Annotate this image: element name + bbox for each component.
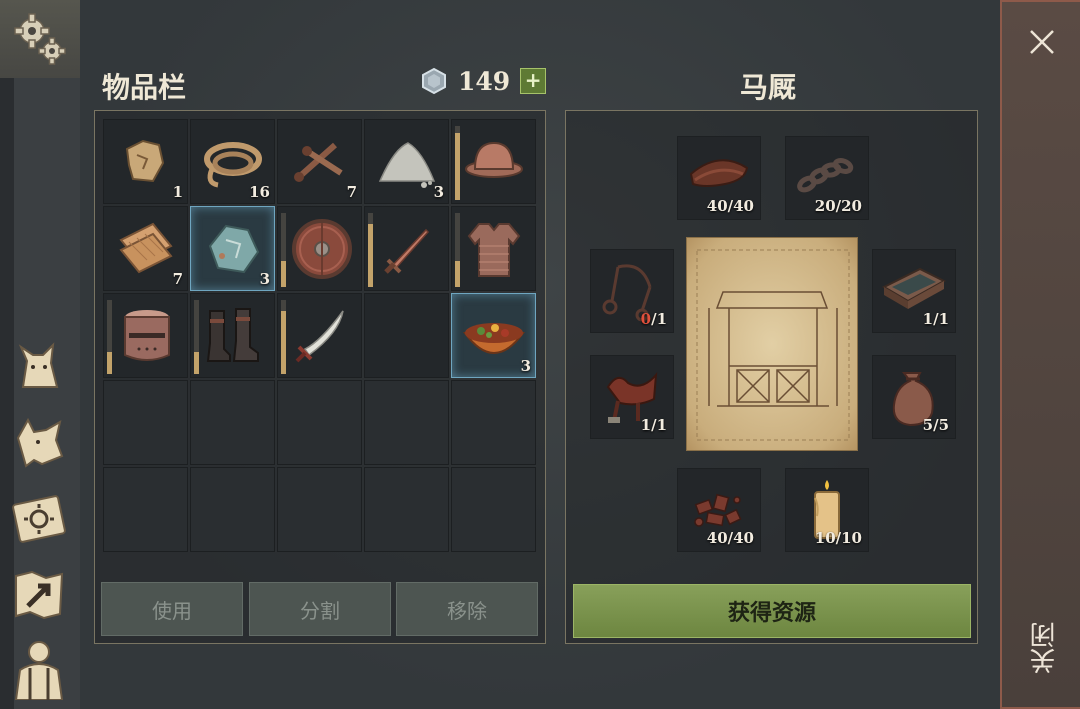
boots-icon [206, 307, 259, 362]
item-count: 3 [259, 270, 270, 288]
dagger-item[interactable] [364, 206, 449, 291]
item-count: 3 [433, 183, 444, 201]
close-icon[interactable] [1024, 24, 1060, 60]
requirement-count: 10/10 [814, 529, 862, 547]
cloth-item[interactable]: 7 [103, 206, 188, 291]
stew-item[interactable]: 3 [451, 293, 536, 378]
silver-coin-icon [422, 67, 446, 95]
helmet-item[interactable] [451, 119, 536, 204]
inventory-title: 物品栏 [102, 71, 187, 104]
scrap-item[interactable]: 1 [103, 119, 188, 204]
item-count: 7 [172, 270, 183, 288]
sack-req[interactable]: 5/5 [872, 355, 956, 439]
saddle-req[interactable]: 1/1 [590, 355, 674, 439]
requirement-count: 0/1 [640, 310, 667, 328]
add-currency-button[interactable]: + [520, 68, 547, 94]
item-count: 16 [249, 183, 270, 201]
boots-item[interactable] [190, 293, 275, 378]
requirement-count: 1/1 [922, 310, 949, 328]
gain-resources-button[interactable]: 获得资源 [573, 584, 971, 638]
requirement-count: 20/20 [814, 197, 862, 215]
bridle-req[interactable]: 0/1 [590, 249, 674, 333]
sun-book-icon[interactable] [10, 490, 68, 548]
kettle-helmet-icon [464, 141, 523, 178]
requirement-count: 5/5 [922, 416, 949, 434]
item-count: 7 [346, 183, 357, 201]
item-count: 1 [172, 183, 183, 201]
left-sidebar [0, 0, 80, 709]
close-label[interactable]: 关闭 [1026, 622, 1062, 674]
stew-bowl-icon [462, 322, 525, 354]
empty-slot[interactable] [277, 467, 362, 552]
durability-bar [455, 126, 460, 200]
stable-blueprint-icon [686, 237, 858, 451]
durability-bar [455, 213, 460, 287]
empty-slot[interactable] [103, 467, 188, 552]
inventory-grid: 1 16 7 3 7 3 3 [103, 119, 536, 552]
rope-item[interactable]: 16 [190, 119, 275, 204]
cat-icon[interactable] [10, 338, 68, 396]
requirement-count: 1/1 [640, 416, 667, 434]
requirement-count: 40/40 [706, 197, 754, 215]
dagger-icon [383, 228, 429, 274]
chainmail-icon [467, 222, 520, 277]
durability-bar [281, 213, 286, 287]
stable-title: 马厩 [740, 71, 797, 104]
item-count: 3 [520, 357, 531, 375]
durability-bar [194, 300, 199, 374]
scrap-icon [125, 139, 164, 182]
settings-gears-icon[interactable] [0, 0, 80, 78]
powder-pile-icon [378, 141, 435, 188]
remove-button[interactable]: 移除 [396, 582, 538, 636]
use-button[interactable]: 使用 [101, 582, 243, 636]
character-icon[interactable] [10, 640, 68, 700]
ore-item[interactable]: 3 [190, 206, 275, 291]
ore-chunk-icon [208, 224, 259, 273]
great-helm-item[interactable] [103, 293, 188, 378]
great-helm-icon [123, 309, 170, 361]
inventory-panel: 1 16 7 3 7 3 3 [94, 110, 546, 644]
trough-req[interactable]: 1/1 [872, 249, 956, 333]
cloth-roll-icon [118, 222, 173, 273]
leather-req[interactable]: 40/40 [677, 136, 761, 220]
scrap-metal-req[interactable]: 40/40 [677, 468, 761, 552]
empty-slot[interactable] [277, 380, 362, 465]
empty-slot[interactable] [190, 380, 275, 465]
split-button[interactable]: 分割 [249, 582, 391, 636]
main-area: 物品栏 149 + 1 16 7 3 7 3 3 使用 分割 移除 马厩 40/… [80, 0, 1000, 709]
shield-item[interactable] [277, 206, 362, 291]
dog-icon[interactable] [10, 414, 68, 472]
nails-icon [293, 142, 343, 182]
close-panel[interactable]: 关闭 [1000, 0, 1080, 709]
sword-item[interactable] [277, 293, 362, 378]
empty-slot[interactable] [190, 467, 275, 552]
map-icon[interactable] [10, 566, 68, 624]
curved-sword-icon [295, 310, 344, 362]
empty-slot[interactable] [364, 380, 449, 465]
empty-slot[interactable] [451, 380, 536, 465]
empty-slot[interactable] [103, 380, 188, 465]
round-shield-icon [291, 218, 352, 279]
durability-bar [368, 213, 373, 287]
currency-amount: 149 [458, 66, 511, 96]
currency-display: 149 + [420, 64, 547, 98]
durability-bar [107, 300, 112, 374]
empty-slot[interactable] [364, 293, 449, 378]
requirement-count: 40/40 [706, 529, 754, 547]
powder-item[interactable]: 3 [364, 119, 449, 204]
durability-bar [281, 300, 286, 374]
candle-req[interactable]: 10/10 [785, 468, 869, 552]
empty-slot[interactable] [451, 467, 536, 552]
chainmail-item[interactable] [451, 206, 536, 291]
chain-req[interactable]: 20/20 [785, 136, 869, 220]
empty-slot[interactable] [364, 467, 449, 552]
nails-item[interactable]: 7 [277, 119, 362, 204]
